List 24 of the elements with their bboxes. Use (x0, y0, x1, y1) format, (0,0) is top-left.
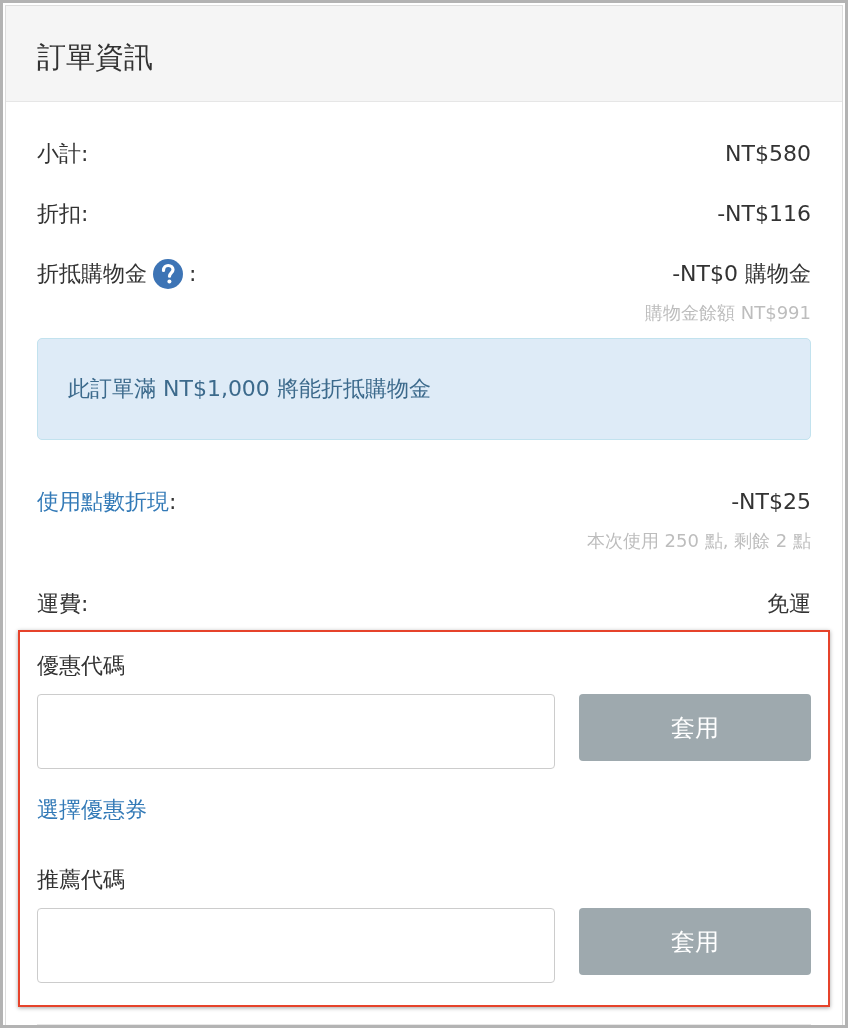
row-value: -NT$0 購物金 (672, 260, 811, 288)
row-value: NT$580 (725, 140, 811, 168)
amount-note: 本次使用 250 點, 剩餘 2 點 (586, 529, 811, 553)
info-notice: 此訂單滿 NT$1,000 將能折抵購物金 (37, 338, 811, 440)
label-colon: : (169, 488, 177, 516)
label-colon: : (189, 260, 197, 288)
row-value: -NT$25 (731, 488, 811, 516)
input-field[interactable] (37, 908, 555, 983)
input-field[interactable] (37, 694, 555, 769)
coupon-link[interactable]: 選擇優惠券 (37, 794, 147, 826)
row-label: 折抵購物金 (37, 260, 147, 288)
apply-button[interactable]: 套用 (579, 908, 811, 975)
points-link[interactable]: 使用點數折現 (37, 486, 169, 518)
row-label: 小計: (37, 140, 89, 168)
row-label: 折扣: (37, 200, 89, 228)
amount-note: 購物金餘額 NT$991 (645, 301, 811, 325)
row-label: 運費: (37, 590, 89, 618)
row-value: 免運 (767, 590, 811, 618)
help-icon[interactable] (153, 259, 183, 289)
apply-button[interactable]: 套用 (579, 694, 811, 761)
field-label: 優惠代碼 (37, 652, 126, 680)
panel-title: 訂單資訊 (37, 40, 153, 75)
row-value: -NT$116 (717, 200, 811, 228)
field-label: 推薦代碼 (37, 866, 126, 894)
